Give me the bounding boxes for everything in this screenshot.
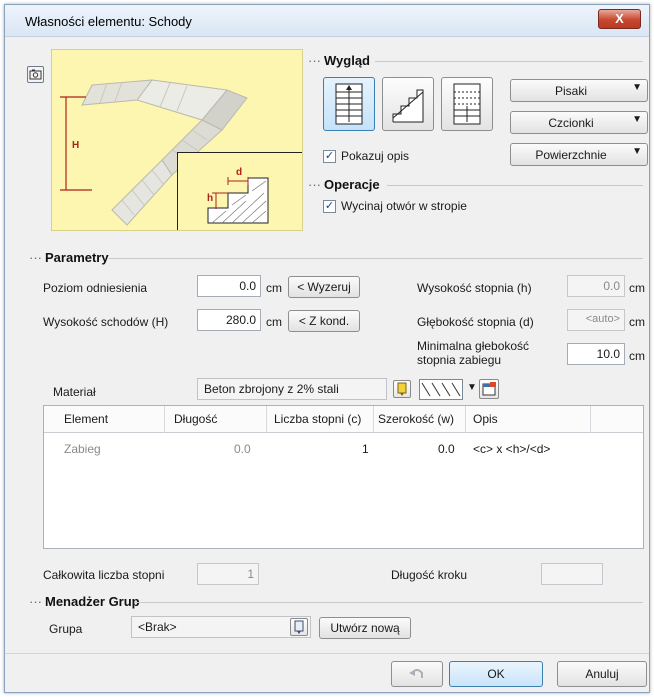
czcionki-dropdown[interactable]: Czcionki ▼ — [510, 111, 648, 134]
undo-button[interactable] — [391, 661, 443, 687]
camera-icon[interactable] — [27, 66, 44, 83]
wysokosc-stopnia-label: Wysokość stopnia (h) — [417, 281, 532, 295]
cancel-button[interactable]: Anuluj — [557, 661, 647, 687]
cell-szerokosc: 0.0 — [438, 442, 455, 456]
min-glebokosc-label-2: stopnia zabiegu — [417, 353, 502, 367]
material-label: Materiał — [53, 385, 96, 399]
section-parametry-header: ··· Parametry — [29, 250, 109, 265]
checkmark-icon: ✓ — [324, 200, 335, 212]
column-header[interactable]: Długość — [174, 412, 217, 426]
show-description-label: Pokazuj opis — [341, 149, 410, 163]
style-dashed-stair-button[interactable] — [441, 77, 493, 131]
powierzchnie-label: Powierzchnie — [535, 148, 607, 162]
divider — [387, 185, 643, 186]
total-steps-label: Całkowita liczba stopni — [43, 568, 165, 582]
step-length-input[interactable] — [541, 563, 603, 585]
column-header[interactable]: Liczba stopni (c) — [274, 412, 361, 426]
min-glebokosc-input[interactable]: 10.0 — [567, 343, 625, 365]
material-library-icon[interactable] — [393, 380, 411, 398]
step-detail-inset: h d — [177, 152, 302, 230]
material-combo[interactable]: Beton zbrojony z 2% stali — [197, 378, 387, 400]
unit-cm: cm — [629, 349, 645, 363]
table-row[interactable]: Zabieg 0.0 1 0.0 <c> x <h>/<d> — [44, 434, 590, 461]
close-button[interactable]: X — [598, 9, 641, 29]
poziom-input[interactable]: 0.0 — [197, 275, 261, 297]
wysokosc-schodow-input[interactable]: 280.0 — [197, 309, 261, 331]
dimension-H-label: H — [72, 140, 80, 151]
cell-opis: <c> x <h>/<d> — [473, 442, 551, 456]
chevron-down-icon: ▼ — [632, 114, 642, 125]
table-header: Element Długość Liczba stopni (c) Szerok… — [44, 406, 643, 433]
grupa-label: Grupa — [49, 622, 83, 636]
cell-element: Zabieg — [64, 442, 101, 456]
undo-icon — [409, 669, 423, 678]
segments-table: Element Długość Liczba stopni (c) Szerok… — [43, 405, 644, 549]
ok-button[interactable]: OK — [449, 661, 543, 687]
z-kond-button[interactable]: < Z kond. — [288, 310, 360, 332]
wysokosc-stopnia-input[interactable]: 0.0 — [567, 275, 625, 297]
checkmark-icon: ✓ — [324, 150, 335, 162]
straight-stair-icon — [335, 83, 363, 125]
column-header[interactable]: Element — [64, 412, 108, 426]
style-side-view-button[interactable] — [382, 77, 434, 131]
glebokosc-stopnia-input[interactable]: <auto> — [567, 309, 625, 331]
divider — [5, 653, 649, 654]
create-new-group-button[interactable]: Utwórz nową — [319, 617, 411, 639]
stair-preview: H h d — [51, 49, 303, 231]
hatch-pattern-icon — [421, 382, 461, 397]
glebokosc-stopnia-label: Głębokość stopnia (d) — [417, 315, 534, 329]
chevron-down-icon: ▼ — [632, 146, 642, 157]
unit-cm: cm — [629, 281, 645, 295]
dimension-d-label: d — [236, 167, 243, 178]
divider — [109, 258, 643, 259]
hatch-pattern-select[interactable] — [419, 379, 463, 400]
title-bar: Własności elementu: Schody X — [5, 5, 649, 37]
wyzeruj-button[interactable]: < Wyzeruj — [288, 276, 360, 298]
czcionki-label: Czcionki — [548, 116, 594, 130]
section-menadzer-header: ··· Menadżer Grup — [29, 594, 140, 609]
pisaki-label: Pisaki — [554, 84, 587, 98]
chevron-down-icon[interactable]: ▼ — [467, 382, 477, 393]
divider — [375, 61, 643, 62]
cut-opening-checkbox[interactable]: ✓ — [323, 200, 336, 213]
divider — [135, 602, 643, 603]
unit-cm: cm — [266, 281, 282, 295]
hatch-settings-icon[interactable] — [479, 379, 499, 399]
window-title: Własności elementu: Schody — [25, 14, 192, 29]
column-header[interactable]: Opis — [473, 412, 498, 426]
step-length-label: Długość kroku — [391, 568, 468, 582]
min-glebokosc-label-1: Minimalna głebokość — [417, 339, 530, 353]
wysokosc-schodow-label: Wysokość schodów (H) — [43, 315, 169, 329]
close-icon: X — [615, 11, 624, 26]
cell-liczba: 1 — [362, 442, 369, 456]
column-header[interactable]: Szerokość (w) — [378, 412, 454, 426]
poziom-label: Poziom odniesienia — [43, 281, 148, 295]
powierzchnie-dropdown[interactable]: Powierzchnie ▼ — [510, 143, 648, 166]
chevron-down-icon: ▼ — [632, 82, 642, 93]
unit-cm: cm — [266, 315, 282, 329]
pisaki-dropdown[interactable]: Pisaki ▼ — [510, 79, 648, 102]
section-operacje-header: ··· Operacje — [308, 177, 380, 192]
unit-cm: cm — [629, 315, 645, 329]
style-straight-stair-button[interactable] — [323, 77, 375, 131]
side-view-stair-icon — [392, 89, 424, 123]
total-steps-input[interactable]: 1 — [197, 563, 259, 585]
grupa-combo[interactable]: <Brak> — [131, 616, 311, 638]
cell-dlugosc: 0.0 — [234, 442, 251, 456]
show-description-checkbox[interactable]: ✓ — [323, 150, 336, 163]
section-wyglad-header: ··· Wygląd — [308, 53, 370, 68]
dashed-stair-icon — [453, 83, 481, 125]
properties-dialog: Własności elementu: Schody X H h d ··· W… — [4, 4, 650, 693]
dimension-h-label: h — [207, 193, 214, 204]
cut-opening-label: Wycinaj otwór w stropie — [341, 199, 467, 213]
group-library-icon[interactable] — [290, 618, 308, 636]
